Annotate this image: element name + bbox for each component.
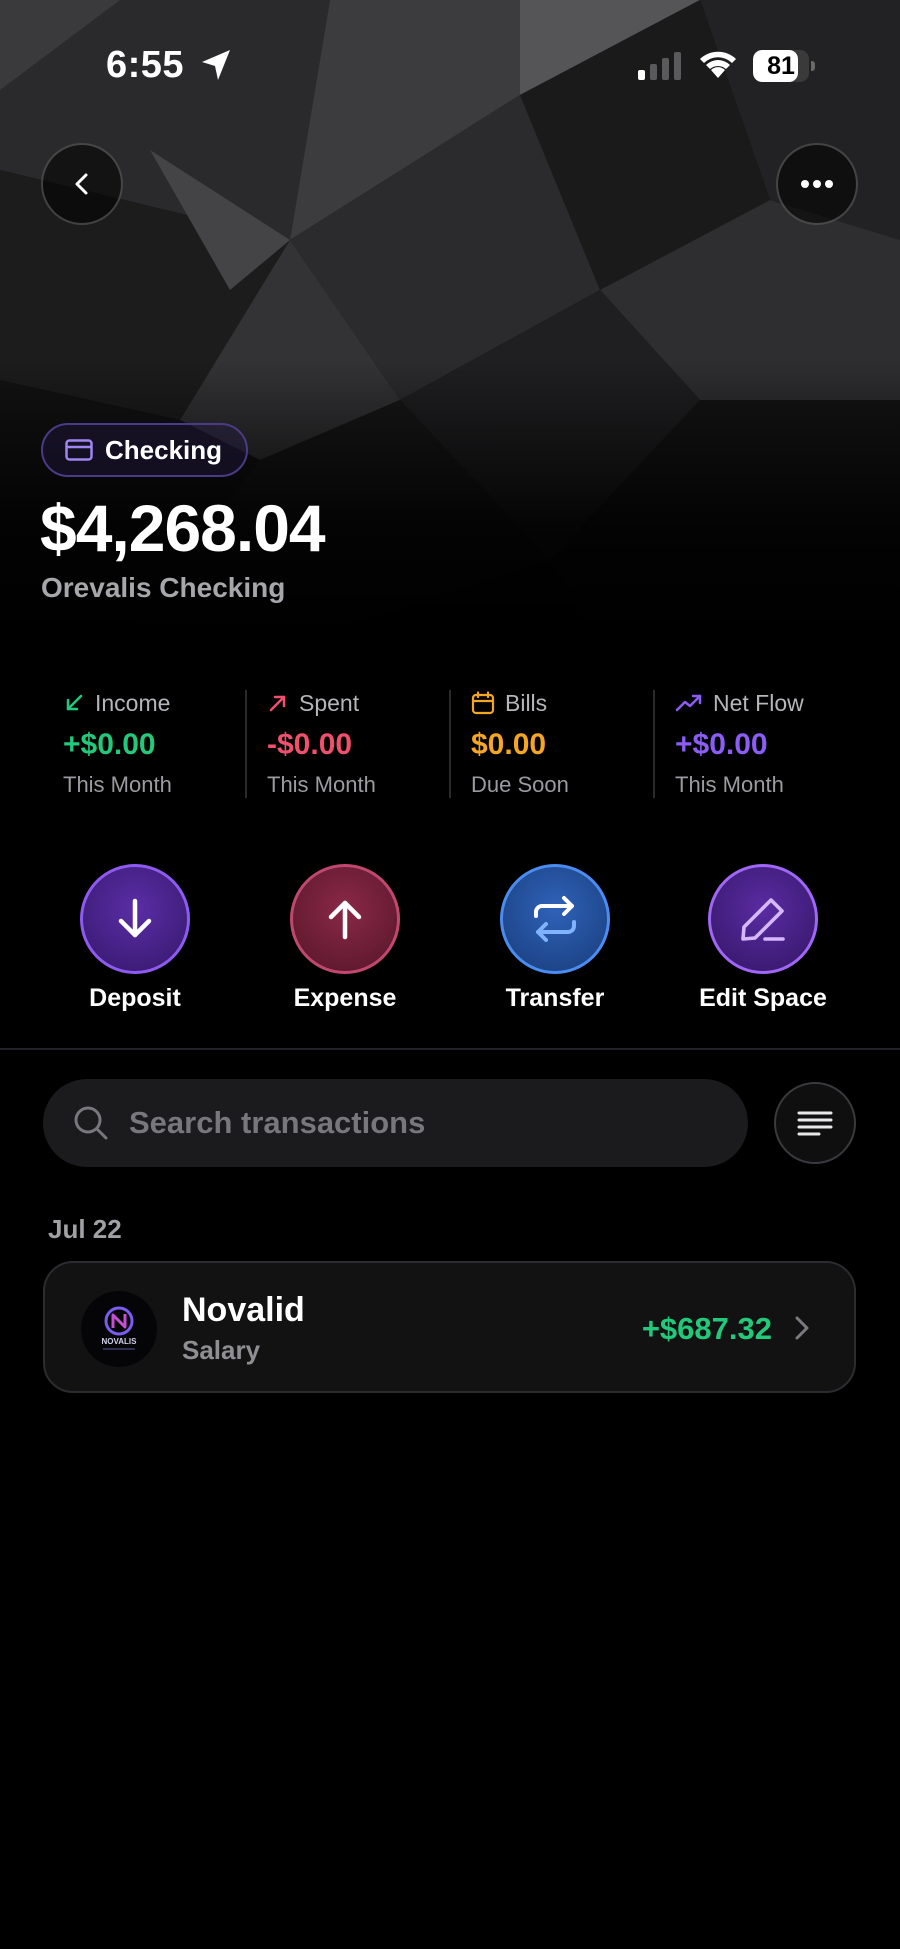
expense-action[interactable]: Expense — [255, 864, 435, 1014]
stat-bills-period: Due Soon — [471, 772, 569, 797]
deposit-label: Deposit — [89, 984, 181, 1012]
cellular-signal-icon — [638, 52, 681, 80]
transaction-category: Salary — [182, 1335, 261, 1365]
edit-space-button[interactable] — [708, 864, 818, 974]
expense-button[interactable] — [290, 864, 400, 974]
stat-bills-label: Bills — [505, 689, 548, 716]
edit-space-action[interactable]: Edit Space — [673, 864, 853, 1014]
filter-button[interactable] — [774, 1082, 856, 1164]
stat-divider — [449, 690, 451, 798]
filter-lines-icon — [797, 1111, 833, 1136]
merchant-logo: NOVALIS — [81, 1291, 157, 1367]
stat-income-label: Income — [95, 689, 171, 716]
chevron-right-icon — [795, 1316, 809, 1340]
account-type-label: Checking — [105, 434, 223, 465]
stat-spent-value: -$0.00 — [267, 728, 353, 761]
arrow-up-right-icon — [269, 695, 286, 712]
stat-net-flow-value: +$0.00 — [675, 728, 768, 761]
back-button[interactable] — [41, 143, 123, 225]
deposit-action[interactable]: Deposit — [45, 864, 225, 1014]
transaction-row[interactable]: NOVALIS Novalid Salary +$687.32 — [43, 1261, 856, 1393]
transaction-name: Novalid — [182, 1291, 305, 1329]
credit-card-icon — [65, 439, 93, 461]
trending-up-icon — [675, 694, 702, 712]
transfer-action[interactable]: Transfer — [465, 864, 645, 1014]
stat-income-period: This Month — [63, 772, 172, 797]
account-name: Orevalis Checking — [41, 572, 286, 603]
stat-net-flow-period: This Month — [675, 772, 784, 797]
ellipsis-icon — [801, 180, 833, 188]
account-balance: $4,268.04 — [40, 491, 326, 565]
arrow-down-icon — [118, 898, 152, 938]
arrow-up-icon — [328, 900, 362, 940]
section-divider — [0, 1048, 900, 1050]
stat-divider — [245, 690, 247, 798]
stat-income-value: +$0.00 — [63, 728, 156, 761]
more-options-button[interactable] — [776, 143, 858, 225]
account-type-chip: Checking — [41, 423, 249, 477]
novalis-logo-icon: NOVALIS — [102, 1306, 138, 1350]
edit-space-label: Edit Space — [699, 984, 827, 1012]
calendar-icon — [471, 691, 495, 715]
stat-net-flow-label: Net Flow — [713, 689, 804, 716]
battery-level: 81 — [767, 52, 795, 80]
monthly-stats-row: Income +$0.00 This Month Spent -$0.00 Th… — [0, 688, 900, 800]
pencil-icon — [741, 898, 785, 941]
transfer-icon — [534, 896, 576, 942]
stat-income: Income +$0.00 This Month — [63, 688, 267, 800]
search-icon — [74, 1106, 108, 1140]
transfer-label: Transfer — [505, 984, 605, 1012]
search-input[interactable] — [129, 1093, 748, 1153]
transfer-button[interactable] — [500, 864, 610, 974]
stat-spent-label: Spent — [299, 689, 360, 716]
stat-net-flow: Net Flow +$0.00 This Month — [675, 688, 879, 800]
wifi-icon — [700, 51, 736, 78]
search-bar[interactable] — [43, 1079, 748, 1167]
stat-spent: Spent -$0.00 This Month — [267, 688, 471, 800]
transaction-amount: +$687.32 — [641, 1311, 772, 1346]
expense-label: Expense — [293, 984, 397, 1012]
arrow-down-left-icon — [66, 694, 83, 711]
stat-divider — [653, 690, 655, 798]
location-arrow-icon — [202, 50, 230, 80]
stat-bills: Bills $0.00 Due Soon — [471, 688, 675, 800]
deposit-button[interactable] — [80, 864, 190, 974]
status-time: 6:55 — [106, 44, 185, 86]
battery-indicator: 81 — [753, 50, 815, 82]
transaction-date-header: Jul 22 — [48, 1214, 122, 1244]
chevron-left-icon — [75, 173, 88, 195]
stat-spent-period: This Month — [267, 772, 376, 797]
merchant-logo-text: NOVALIS — [102, 1337, 138, 1346]
stat-bills-value: $0.00 — [471, 728, 547, 761]
